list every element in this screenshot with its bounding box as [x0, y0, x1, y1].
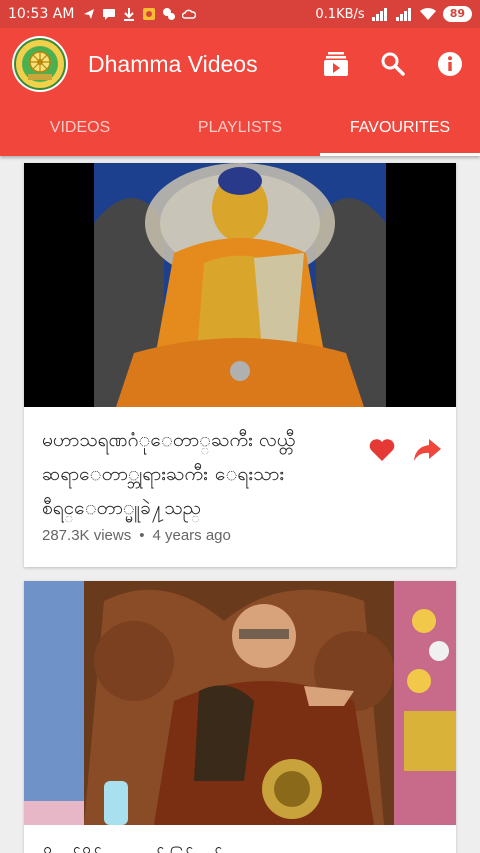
buddha-statue-image — [24, 163, 456, 407]
cloud-icon — [182, 9, 197, 19]
search-icon[interactable] — [380, 51, 406, 77]
status-time: 10:53 AM — [8, 6, 75, 22]
video-title-line: မဟာသရဏဂံုေတာ္ႀကီး လယ္တီ — [42, 429, 296, 451]
tab-videos[interactable]: VIDEOS — [0, 100, 160, 156]
monk-preaching-image — [24, 581, 456, 825]
info-icon[interactable] — [436, 50, 464, 78]
heart-icon[interactable] — [368, 437, 396, 463]
app-title: Dhamma Videos — [88, 50, 258, 77]
status-bar: 10:53 AM 0.1KB/s 89 — [0, 0, 480, 28]
app-icon — [143, 8, 156, 20]
video-card[interactable]: ဓိဌာန်ပိုင်းကမ္မဋ္ဌာန်းပြင်ဆင် — [24, 581, 456, 853]
playlist-icon[interactable] — [322, 50, 350, 78]
view-count: 287.3K views — [42, 527, 132, 544]
video-stats: 287.3K views • 4 years ago — [42, 527, 438, 544]
dharma-wheel-logo — [14, 38, 66, 90]
tab-playlists[interactable]: PLAYLISTS — [160, 100, 320, 156]
app-bar: Dhamma Videos — [0, 28, 480, 100]
video-title-line: ဆရာေတာ္ဘုရားႀကီး ေရးသား — [42, 463, 285, 485]
app-logo — [12, 36, 68, 92]
separator-dot: • — [139, 527, 145, 544]
network-speed: 0.1KB/s — [315, 6, 365, 22]
video-title[interactable]: ဓိဌာန်ပိုင်းကမ္မဋ္ဌာန်းပြင်ဆင် — [42, 841, 362, 853]
share-icon[interactable] — [412, 437, 442, 463]
tab-favourites[interactable]: FAVOURITES — [320, 100, 480, 156]
notification-icons — [82, 7, 197, 21]
chat-icon — [163, 8, 176, 20]
wifi-icon — [419, 7, 436, 20]
tab-bar: VIDEOS PLAYLISTS FAVOURITES — [0, 100, 480, 156]
video-title[interactable]: မဟာသရဏဂံုေတာ္ႀကီး လယ္တီ ဆရာေတာ္ဘုရားႀကီး… — [42, 423, 362, 525]
video-title-line: ဓိဌာန်ပိုင်းကမ္မဋ္ဌာန်းပြင်ဆင် — [42, 841, 362, 853]
video-thumbnail[interactable] — [24, 581, 456, 825]
send-icon — [84, 9, 95, 19]
signal-icon — [371, 8, 387, 21]
download-icon — [124, 8, 135, 21]
video-title-line: စီရင္ေတာ္မူခဲ႔သည္ — [42, 497, 201, 519]
upload-age: 4 years ago — [152, 527, 231, 544]
video-thumbnail[interactable] — [24, 163, 456, 407]
video-card[interactable]: မဟာသရဏဂံုေတာ္ႀကီး လယ္တီ ဆရာေတာ္ဘုရားႀကီး… — [24, 163, 456, 567]
battery-indicator: 89 — [442, 6, 472, 22]
message-icon — [103, 9, 116, 20]
signal-icon-2 — [395, 8, 411, 21]
